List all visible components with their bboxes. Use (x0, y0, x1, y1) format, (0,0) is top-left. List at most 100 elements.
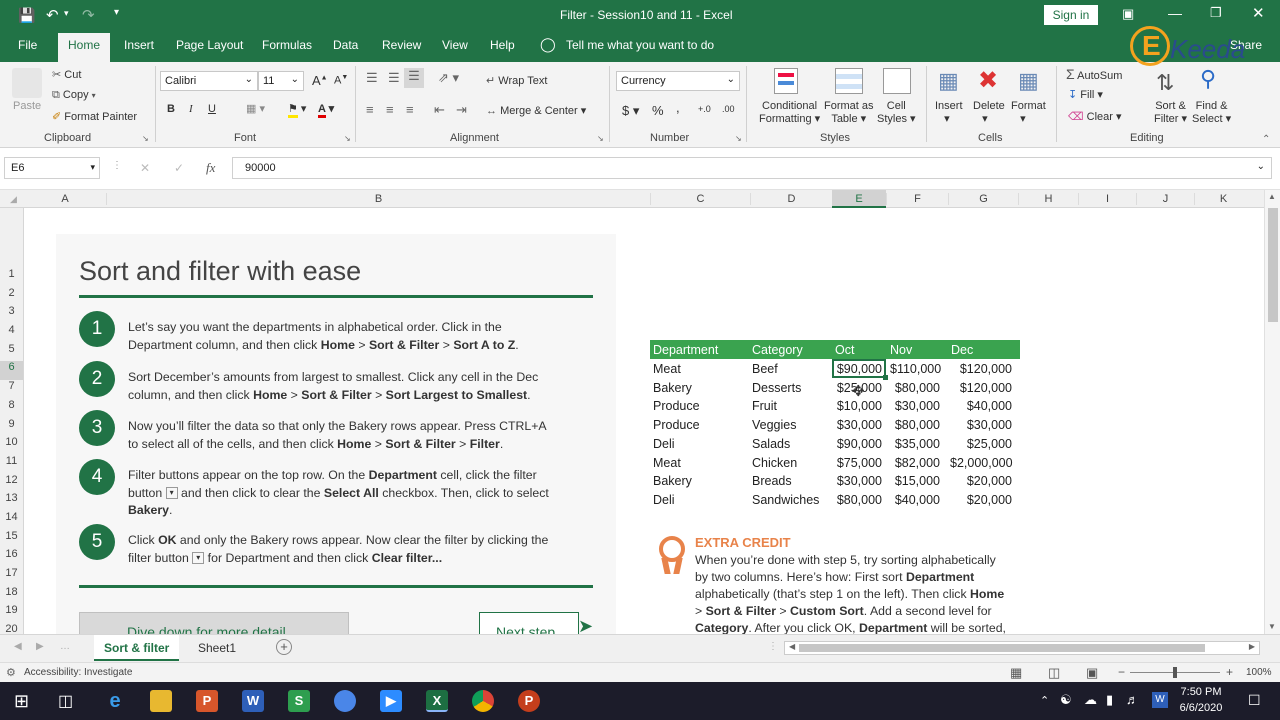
fill-button[interactable]: ↧ Fill ▾ (1068, 88, 1103, 101)
scroll-left-icon[interactable]: ◀ (789, 642, 795, 651)
table-cell-nov[interactable]: $30,000 (890, 399, 940, 413)
align-bottom-icon[interactable]: ☰ (404, 68, 424, 88)
wps-presentation-icon[interactable]: P (196, 690, 218, 712)
font-color-button[interactable]: A ▾ (318, 102, 334, 118)
sheet-tab-sort-filter[interactable]: Sort & filter (94, 635, 180, 661)
tab-file[interactable]: File (18, 38, 37, 52)
insert-function-icon[interactable]: fx (206, 160, 215, 176)
next-step-button[interactable]: Next step (479, 612, 579, 634)
table-cell-department[interactable]: Meat (653, 456, 743, 470)
add-sheet-icon[interactable]: + (276, 639, 292, 655)
align-left-icon[interactable]: ≡ (366, 102, 374, 117)
column-header-k[interactable]: K (1194, 193, 1252, 205)
undo-icon[interactable]: ↶ (46, 6, 59, 24)
close-icon[interactable]: ✕ (1252, 4, 1265, 22)
table-cell-category[interactable]: Salads (752, 437, 832, 451)
column-header-d[interactable]: D (750, 193, 832, 205)
column-header-h[interactable]: H (1018, 193, 1078, 205)
column-header-g[interactable]: G (948, 193, 1018, 205)
format-painter-button[interactable]: ✐ Format Painter (52, 110, 137, 123)
fill-handle[interactable] (883, 375, 888, 380)
comma-style-button[interactable]: , (676, 100, 680, 115)
row-header[interactable]: 6 (0, 361, 23, 380)
column-header-e[interactable]: E (832, 190, 886, 208)
decrease-indent-icon[interactable]: ⇤ (434, 102, 445, 118)
row-header[interactable]: 14 (0, 511, 23, 523)
merge-center-button[interactable]: ↔ Merge & Center ▾ (486, 104, 586, 117)
table-cell-nov[interactable]: $80,000 (890, 418, 940, 432)
page-layout-view-icon[interactable]: ◫ (1048, 665, 1060, 681)
table-cell-department[interactable]: Bakery (653, 474, 743, 488)
format-cells-button[interactable]: Format ▾ (1011, 100, 1046, 125)
tab-page-layout[interactable]: Page Layout (176, 38, 243, 52)
row-header[interactable]: 16 (0, 548, 23, 560)
table-header-nov[interactable]: Nov (890, 343, 912, 357)
accounting-format-button[interactable]: $ ▾ (622, 103, 639, 119)
page-break-view-icon[interactable]: ▣ (1086, 665, 1098, 681)
align-middle-icon[interactable]: ☰ (388, 70, 400, 86)
paste-icon[interactable] (12, 68, 42, 98)
font-name-select[interactable]: Calibri ⌄ (160, 71, 258, 91)
table-cell-category[interactable]: Breads (752, 474, 832, 488)
scroll-right-icon[interactable]: ▶ (1249, 642, 1255, 651)
next-sheet-icon[interactable]: ▶ (36, 641, 44, 652)
decrease-decimal-button[interactable]: .00 (722, 104, 735, 114)
table-cell-category[interactable]: Fruit (752, 399, 832, 413)
excel-app-icon[interactable]: X (426, 690, 448, 712)
table-cell-category[interactable]: Beef (752, 362, 832, 376)
delete-cells-button[interactable]: Delete ▾ (973, 100, 1005, 125)
table-cell-category[interactable]: Veggies (752, 418, 832, 432)
volume-icon[interactable]: ♬ (1126, 692, 1139, 707)
clear-button[interactable]: ⌫ Clear ▾ (1068, 110, 1122, 123)
table-cell-nov[interactable]: $35,000 (890, 437, 940, 451)
table-cell-nov[interactable]: $110,000 (890, 362, 941, 376)
row-header[interactable]: 7 (0, 380, 23, 392)
confirm-entry-icon[interactable]: ✓ (174, 161, 184, 175)
format-as-table-button[interactable]: Format as Table ▾ (824, 100, 874, 125)
worksheet-grid[interactable]: Sort and filter with ease 1 Let’s say yo… (24, 208, 1264, 634)
align-right-icon[interactable]: ≡ (406, 102, 414, 117)
cell-styles-button[interactable]: Cell Styles ▾ (877, 100, 916, 125)
wrap-text-button[interactable]: ↵ Wrap Text (486, 74, 547, 87)
number-format-select[interactable]: Currency ⌄ (616, 71, 740, 91)
dialog-launcher-icon[interactable]: ↘ (597, 134, 604, 143)
bold-button[interactable]: B (167, 103, 175, 115)
cloud-icon[interactable]: ☁ (1084, 692, 1097, 708)
row-header[interactable]: 1 (0, 268, 23, 280)
word-tray-icon[interactable]: W (1152, 692, 1168, 708)
edge-icon[interactable]: e (104, 690, 126, 712)
table-cell-department[interactable]: Bakery (653, 381, 743, 395)
align-top-icon[interactable]: ☰ (366, 70, 378, 86)
scrollbar-thumb[interactable] (799, 644, 1205, 652)
active-cell-selection[interactable] (832, 359, 886, 378)
formula-input[interactable]: 90000 ⌄ (232, 157, 1272, 179)
name-box[interactable]: E6 ▾ (4, 157, 100, 179)
wps-writer-icon[interactable]: W (242, 690, 264, 712)
redo-icon[interactable]: ↷ (82, 6, 95, 24)
conditional-formatting-button[interactable]: Conditional Formatting ▾ (759, 100, 820, 125)
table-cell-dec[interactable]: $20,000 (950, 493, 1012, 507)
sign-in-button[interactable]: Sign in (1044, 5, 1098, 25)
taskbar-date[interactable]: 6/6/2020 (1176, 702, 1226, 714)
zoom-in-icon[interactable]: + (1226, 665, 1233, 679)
paste-button[interactable]: Paste (13, 100, 41, 112)
table-header-dec[interactable]: Dec (951, 343, 973, 357)
dialog-launcher-icon[interactable]: ↘ (142, 134, 149, 143)
vertical-scrollbar[interactable]: ▲ ▼ (1264, 190, 1280, 634)
row-header[interactable]: 13 (0, 492, 23, 504)
minimize-icon[interactable]: — (1168, 5, 1182, 21)
table-cell-dec[interactable]: $20,000 (950, 474, 1012, 488)
increase-indent-icon[interactable]: ⇥ (456, 102, 467, 118)
table-cell-oct[interactable]: $30,000 (832, 418, 882, 432)
table-cell-nov[interactable]: $80,000 (890, 381, 940, 395)
network-icon[interactable]: ☯ (1060, 692, 1072, 708)
column-header-i[interactable]: I (1078, 193, 1136, 205)
file-explorer-icon[interactable] (150, 690, 172, 712)
table-header-department[interactable]: Department (653, 343, 718, 357)
italic-button[interactable]: I (189, 103, 193, 115)
borders-icon[interactable]: ▦ ▾ (246, 102, 265, 115)
tab-data[interactable]: Data (333, 38, 358, 52)
table-cell-nov[interactable]: $82,000 (890, 456, 940, 470)
column-header-j[interactable]: J (1136, 193, 1194, 205)
percent-style-button[interactable]: % (652, 103, 664, 118)
